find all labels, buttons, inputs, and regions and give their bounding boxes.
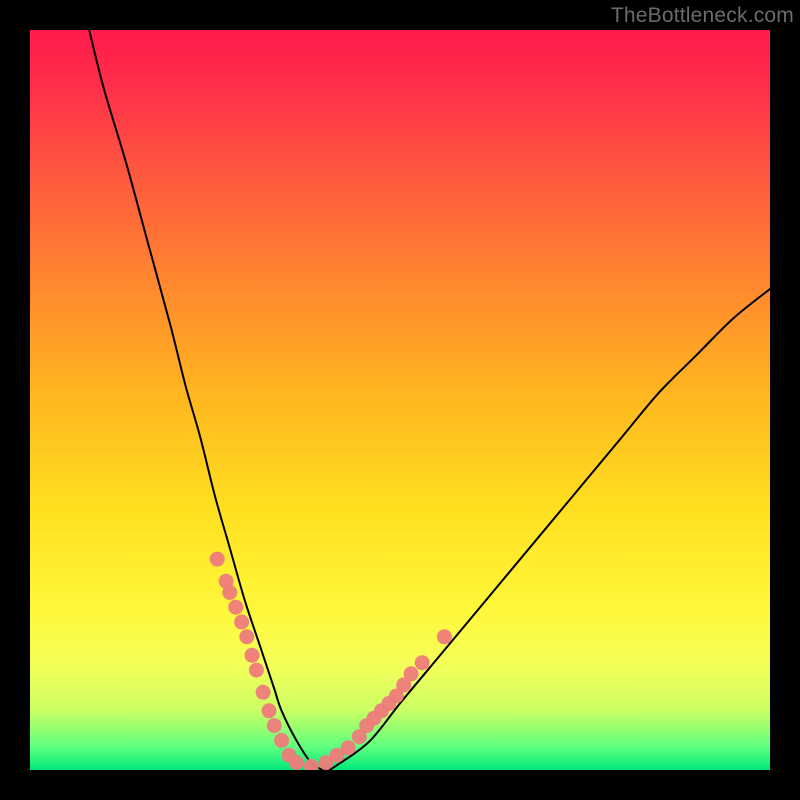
highlight-markers-left (210, 552, 304, 770)
plot-area (30, 30, 770, 770)
chart-frame: TheBottleneck.com (0, 0, 800, 800)
chart-svg (30, 30, 770, 770)
highlight-markers-right (304, 629, 452, 770)
watermark-text: TheBottleneck.com (611, 4, 794, 28)
bottleneck-curve (89, 30, 770, 770)
